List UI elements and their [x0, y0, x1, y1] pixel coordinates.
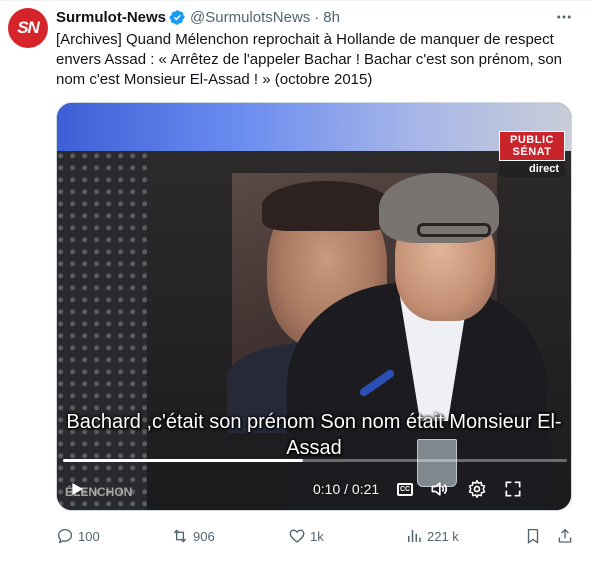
video-controls: 0:10 / 0:21 CC: [57, 475, 571, 503]
video-progress-fill: [63, 459, 303, 462]
reply-button[interactable]: 100: [56, 524, 100, 548]
bookmark-icon: [527, 528, 539, 544]
tweet-header: Surmulot-News @SurmulotsNews · 8h: [56, 6, 552, 28]
share-button[interactable]: [556, 524, 578, 548]
video-player[interactable]: PUBLIC SÉNAT direct Bachard ,c'était son…: [56, 102, 572, 511]
top-divider: [0, 0, 592, 1]
avatar-text: SN: [17, 18, 40, 37]
repost-icon: [173, 529, 187, 543]
author-name[interactable]: Surmulot-News: [56, 9, 166, 26]
gear-icon[interactable]: [467, 479, 487, 499]
video-progress-bar[interactable]: [63, 459, 567, 462]
captions-button[interactable]: CC: [397, 483, 413, 496]
like-count: 1k: [310, 528, 324, 544]
reply-count: 100: [78, 528, 100, 544]
video-subtitle: Bachard ,c'était son prénom Son nom étai…: [66, 411, 562, 459]
video-duration: 0:21: [351, 481, 380, 497]
video-elapsed-time: 0:10: [313, 481, 341, 497]
repost-count: 906: [193, 528, 215, 544]
header-separator: ·: [314, 8, 320, 26]
heart-icon: [289, 529, 305, 543]
fullscreen-icon[interactable]: [503, 479, 523, 499]
views-icon: [408, 530, 421, 542]
bookmark-button[interactable]: [524, 524, 546, 548]
tweet-actions: 100 906 1k 221 k: [56, 524, 576, 548]
verified-badge-icon: [169, 9, 185, 25]
channel-logo-line1: PUBLIC: [510, 134, 554, 146]
view-count: 221 k: [427, 528, 459, 544]
author-handle[interactable]: @SurmulotsNews: [190, 9, 310, 26]
tweet-text: [Archives] Quand Mélenchon reprochait à …: [56, 31, 563, 88]
tweet-time[interactable]: 8h: [323, 9, 340, 26]
live-tag: direct: [499, 161, 565, 177]
video-studio-background: [57, 103, 571, 155]
more-icon[interactable]: [554, 8, 574, 26]
views-button[interactable]: 221 k: [405, 524, 459, 548]
reply-icon: [57, 528, 73, 544]
video-time-separator: /: [340, 481, 352, 497]
play-icon[interactable]: [69, 481, 85, 497]
video-time-readout: 0:10 / 0:21: [313, 481, 379, 497]
speaker-glasses: [417, 223, 491, 237]
like-button[interactable]: 1k: [288, 524, 324, 548]
channel-logo-line2: SÉNAT: [512, 146, 552, 158]
channel-logo: PUBLIC SÉNAT: [499, 131, 565, 161]
share-icon: [558, 528, 572, 543]
background-figure-hair: [262, 181, 392, 231]
avatar[interactable]: SN: [8, 8, 48, 48]
repost-button[interactable]: 906: [171, 524, 215, 548]
volume-icon[interactable]: [429, 479, 449, 499]
